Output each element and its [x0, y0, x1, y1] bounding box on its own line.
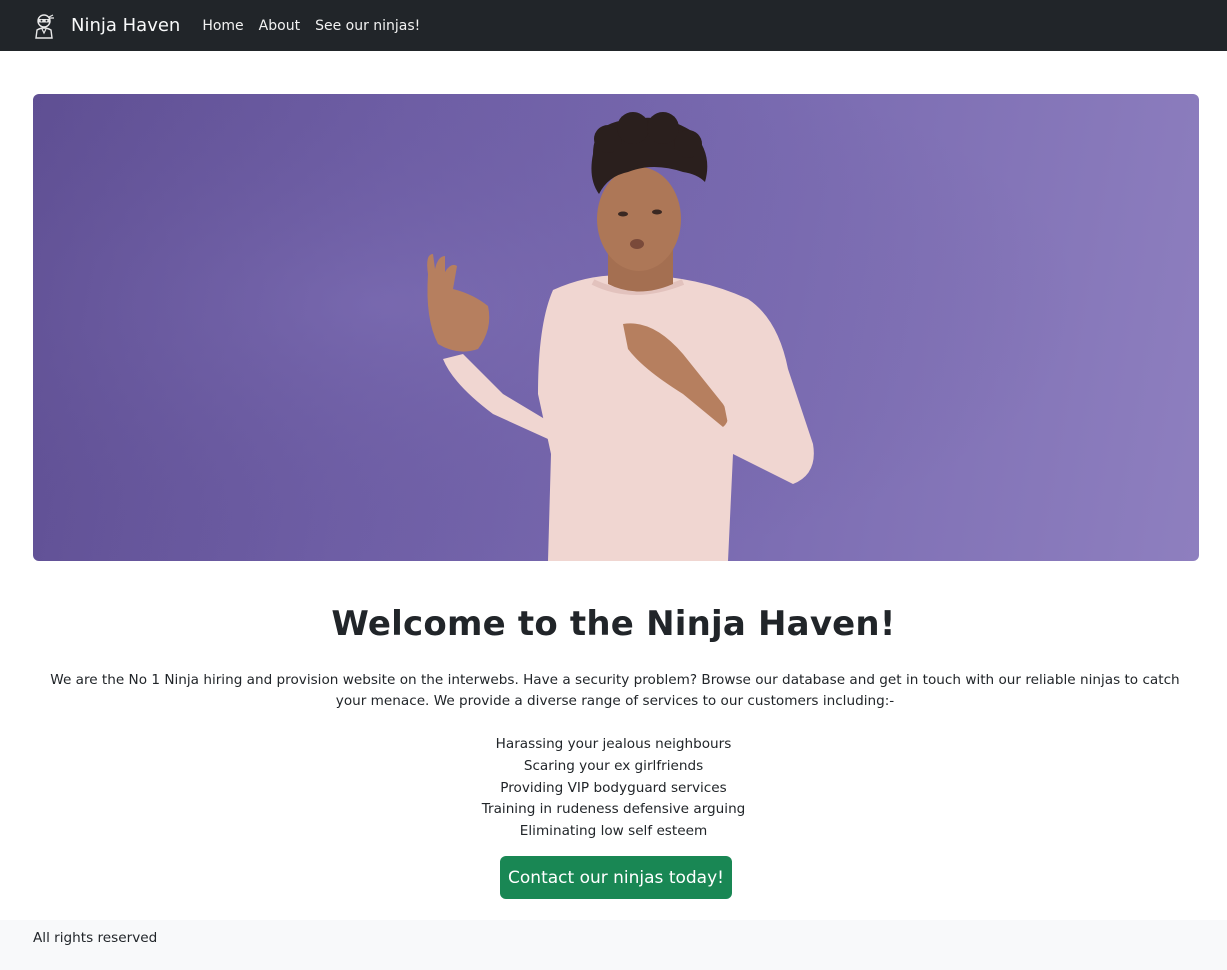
intro-paragraph: We are the No 1 Ninja hiring and provisi…: [50, 672, 1180, 709]
contact-ninjas-button[interactable]: Contact our ninjas today!: [500, 856, 732, 899]
service-item: Training in rudeness defensive arguing: [481, 801, 746, 818]
hero-image: [33, 94, 1199, 561]
footer: All rights reserved: [0, 920, 1227, 970]
services-list: Harassing your jealous neighbours Scarin…: [0, 734, 1227, 843]
nav-link-see-ninjas[interactable]: See our ninjas!: [315, 18, 420, 34]
nav-links: Home About See our ninjas!: [202, 18, 435, 34]
nav-link-about[interactable]: About: [259, 18, 300, 34]
hero-person-illustration: [33, 94, 1199, 561]
page-title: Welcome to the Ninja Haven!: [331, 604, 896, 644]
ninja-logo-icon: [35, 13, 54, 39]
service-item: Scaring your ex girlfriends: [523, 757, 704, 774]
service-item: Harassing your jealous neighbours: [495, 736, 732, 752]
brand-name: Ninja Haven: [71, 15, 181, 36]
footer-copyright: All rights reserved: [33, 930, 158, 946]
top-navbar: Ninja Haven Home About See our ninjas!: [0, 0, 1227, 51]
brand-link[interactable]: Ninja Haven: [33, 13, 180, 39]
service-item: Eliminating low self esteem: [519, 823, 708, 840]
service-item: Providing VIP bodyguard services: [500, 779, 727, 796]
nav-link-home[interactable]: Home: [202, 18, 243, 34]
